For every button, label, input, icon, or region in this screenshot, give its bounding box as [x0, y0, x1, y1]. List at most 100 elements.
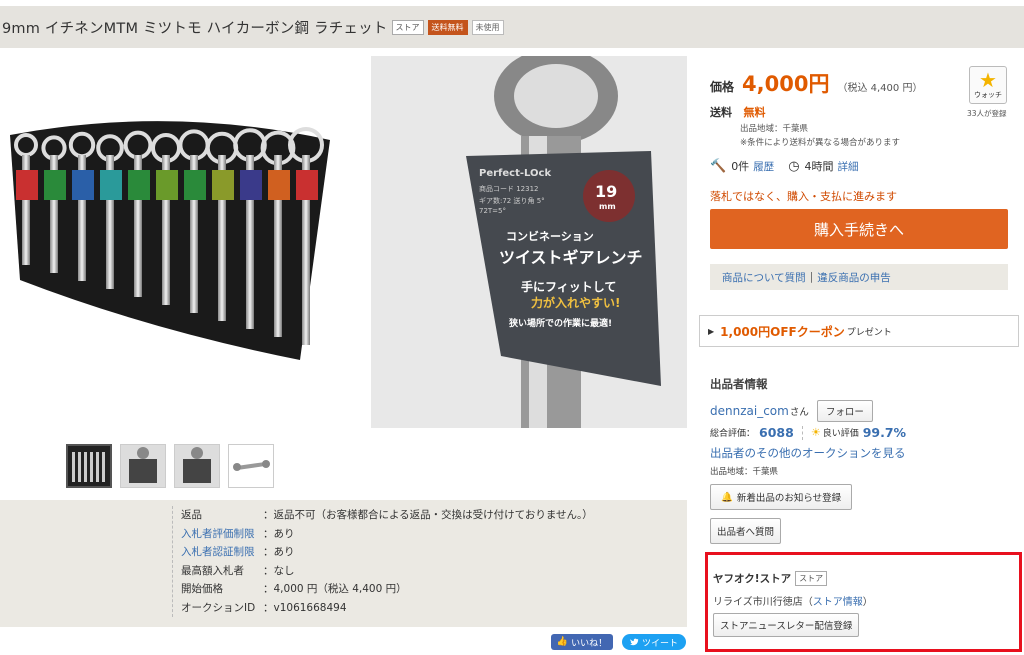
detail-row: 最高額入札者 ：なし	[181, 562, 593, 581]
title-bar: 9mm イチネンMTM ミツトモ ハイカーボン鋼 ラチェット ストア 送料無料 …	[0, 6, 1024, 48]
page-title: 9mm イチネンMTM ミツトモ ハイカーボン鋼 ラチェット	[2, 20, 388, 37]
seller-region: 出品地域：千葉県	[710, 467, 779, 477]
store-title: ヤフオク!ストア	[713, 573, 792, 585]
ask-question-link[interactable]: 商品について質問	[722, 270, 806, 285]
detail-value: ：4,000 円（税込 4,400 円）	[263, 583, 407, 595]
seller-name-link[interactable]: dennzai_com	[710, 404, 789, 418]
shipping-row: 送料 無料	[710, 104, 766, 120]
shipping-note: ※条件により送料が異なる場合があります	[740, 138, 900, 148]
detail-label: オークションID	[181, 601, 256, 614]
package-size: 19	[595, 182, 618, 201]
total-rating-value[interactable]: 6088	[759, 425, 794, 440]
detail-row: 入札者評価制限 ：あり	[181, 525, 593, 544]
buy-button[interactable]: 購入手続きへ	[710, 209, 1008, 249]
store-info-close: ）	[862, 597, 873, 608]
store-title-badge: ストア	[795, 571, 828, 586]
coupon-suffix: プレゼント	[846, 327, 892, 338]
detail-row: 返品 ：返品不可（お客様都合による返品・交換は受け付けておりません。）	[181, 506, 593, 525]
seller-heading: 出品者情報	[710, 377, 768, 391]
ask-seller-button[interactable]: 出品者へ質問	[710, 518, 782, 544]
bid-history-link[interactable]: 履歴	[753, 159, 774, 174]
package-line1: コンビネーション	[506, 230, 594, 243]
bid-row: 🔨 0件 履歴 ◷ 4時間 詳細	[710, 158, 859, 174]
time-left: 4時間	[804, 160, 834, 173]
bid-count: 0件	[731, 160, 750, 173]
store-info-link[interactable]: ストア情報	[813, 597, 863, 608]
total-rating-label: 総合評価：	[710, 429, 756, 439]
detail-link[interactable]: 詳細	[838, 159, 859, 174]
shipping-free-badge: 送料無料	[427, 19, 468, 35]
triangle-right-icon: ▶	[708, 326, 715, 336]
tweet-button[interactable]: ツイート	[622, 634, 686, 650]
thumbnail-3[interactable]	[174, 444, 220, 488]
report-link[interactable]: 違反商品の申告	[817, 270, 891, 285]
store-title-row: ヤフオク!ストア ストア	[713, 571, 828, 586]
thumbnail-4[interactable]	[228, 444, 274, 488]
watch-button[interactable]: ★ ウォッチ	[969, 66, 1007, 104]
shipping-region: 出品地域：千葉県	[740, 124, 809, 134]
thumbnail-1[interactable]	[66, 444, 112, 488]
price-tax: （税込 4,400 円）	[837, 83, 923, 94]
package-code: 商品コード 12312	[479, 185, 539, 193]
detail-label: 最高額入札者	[181, 564, 244, 577]
price-value: 4,000円	[742, 72, 830, 96]
new-listing-notify-button[interactable]: 🔔 新着出品のお知らせ登録	[710, 484, 853, 510]
price-label: 価格	[710, 80, 735, 94]
store-box: ヤフオク!ストア ストア リライズ市川行徳店（ストア情報） ストアニュースレター…	[705, 552, 1022, 652]
follow-button[interactable]: フォロー	[816, 400, 873, 422]
shipping-value: 無料	[743, 106, 766, 119]
clock-icon: ◷	[788, 158, 800, 174]
package-spec: 72T=5°	[479, 207, 507, 215]
detail-label: 返品	[181, 509, 202, 521]
detail-label[interactable]: 入札者評価制限	[181, 525, 263, 544]
watch-count: 33人が登録	[967, 109, 1007, 118]
secondary-product-image: Perfect-LOck 商品コード 12312 ギア数:72 送り角 5° 7…	[371, 56, 687, 428]
good-rating-label: 良い評価	[822, 429, 859, 439]
coupon-value: 1,000円OFFクーポン	[720, 324, 845, 339]
star-icon: ★	[979, 68, 997, 92]
other-auctions-link[interactable]: 出品者のその他のオークションを見る	[710, 445, 906, 461]
main-product-image	[10, 121, 330, 361]
like-button[interactable]: 👍 いいね！	[551, 634, 613, 650]
rating-divider	[801, 425, 803, 440]
detail-row: オークションID ：v1061668494	[181, 599, 593, 618]
seller-name-row: dennzai_com さん フォロー	[710, 400, 873, 422]
gavel-icon: 🔨	[710, 158, 727, 174]
condition-badge: 未使用	[471, 19, 504, 35]
newsletter-button[interactable]: ストアニュースレター配信登録	[713, 613, 860, 637]
package-unit: mm	[599, 202, 616, 211]
twitter-bird-icon	[629, 638, 639, 646]
question-box: 商品について質問 | 違反商品の申告	[710, 264, 1008, 290]
package-line3: 手にフィットして	[521, 280, 617, 294]
separator: |	[809, 271, 814, 283]
detail-label[interactable]: 入札者認証制限	[181, 543, 263, 562]
watch-label: ウォッチ	[974, 91, 1002, 99]
package-line4: 力が入れやすい!	[531, 296, 621, 310]
price-row: 価格 4,000円 （税込 4,400 円）	[710, 68, 922, 98]
package-line2: ツイストギアレンチ	[499, 248, 643, 267]
store-info-open: （	[802, 597, 813, 608]
like-label: いいね！	[571, 638, 608, 649]
new-listing-notify-label: 新着出品のお知らせ登録	[736, 493, 842, 504]
bell-icon: 🔔	[721, 491, 733, 503]
detail-row: 入札者認証制限 ：あり	[181, 543, 593, 562]
detail-value: ：あり	[263, 546, 295, 558]
detail-value: ：v1061668494	[263, 601, 347, 614]
store-name-row: リライズ市川行徳店（ストア情報）	[713, 593, 873, 608]
detail-value: ：なし	[263, 564, 295, 577]
store-name: リライズ市川行徳店	[713, 597, 803, 608]
detail-value: ：あり	[263, 527, 295, 540]
detail-value: ：返品不可（お客様都合による返品・交換は受け付けておりません。）	[263, 509, 593, 521]
thumbnail-2[interactable]	[120, 444, 166, 488]
sun-icon: ☀	[810, 426, 821, 439]
thumbnail-strip	[66, 444, 274, 488]
package-brand: Perfect-LOck	[479, 168, 552, 179]
package-gear: ギア数:72 送り角 5°	[479, 197, 545, 205]
purchase-notice: 落札ではなく、購入・支払に進みます	[710, 190, 897, 203]
coupon-row[interactable]: ▶ 1,000円OFFクーポン プレゼント	[699, 315, 1019, 347]
detail-row: 開始価格 ：4,000 円（税込 4,400 円）	[181, 580, 593, 599]
tweet-label: ツイート	[641, 638, 678, 649]
rating-row: 総合評価： 6088 ☀ 良い評価 99.7%	[710, 425, 906, 440]
thumbs-up-icon: 👍	[556, 637, 569, 647]
shipping-label: 送料	[710, 106, 732, 119]
